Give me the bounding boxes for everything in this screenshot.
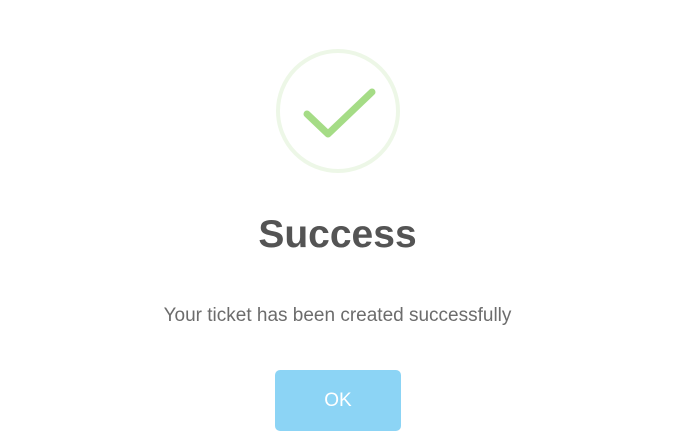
dialog-message: Your ticket has been created successfull…	[163, 305, 512, 326]
ok-button[interactable]: OK	[275, 370, 401, 431]
success-checkmark-icon	[275, 48, 401, 174]
dialog-title: Success	[258, 213, 417, 256]
success-dialog: Success Your ticket has been created suc…	[0, 0, 675, 437]
